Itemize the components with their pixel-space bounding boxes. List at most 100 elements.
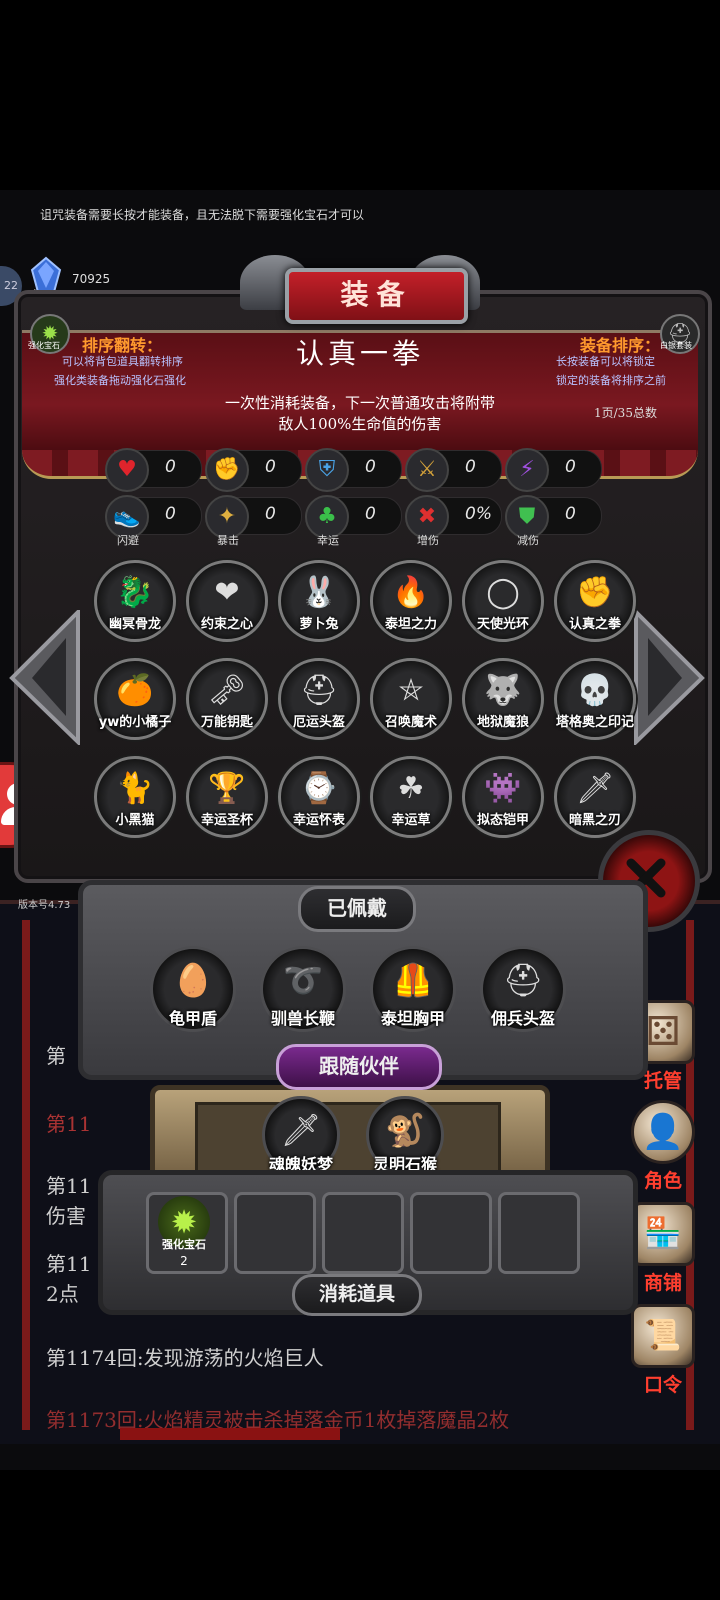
consumable-slot[interactable] xyxy=(234,1192,316,1274)
titan-chest-icon: 🦺 xyxy=(393,961,433,999)
stat-value: 0 xyxy=(565,457,576,477)
equip-sort-line1: 长按装备可以将锁定 xyxy=(556,355,655,368)
item-name: 拟态铠甲 xyxy=(476,813,529,828)
item-name: 幸运草 xyxy=(391,813,431,828)
companion-title: 跟随伙伴 xyxy=(276,1044,442,1090)
watch-icon: ⌚ xyxy=(300,771,338,806)
consumables-title: 消耗道具 xyxy=(292,1274,422,1316)
version-label: 版本号4.73 xyxy=(18,900,71,911)
stat-label: 闪避 xyxy=(117,534,139,547)
log-line: 第1174回:发现游荡的火焰巨人 xyxy=(46,1346,324,1370)
sort-flip-line2: 强化类装备拖动强化石强化 xyxy=(54,374,186,387)
lightning-icon: ⚡ xyxy=(505,448,549,492)
skull-icon: 💀 xyxy=(576,673,614,708)
inventory-item[interactable]: 🗡 暗黑之刃 xyxy=(554,756,636,838)
inventory-item[interactable]: 🐰 萝卜兔 xyxy=(278,560,360,642)
stat-value: 0 xyxy=(265,504,276,524)
mimic-armor-icon: 👾 xyxy=(484,771,522,806)
item-name: 幽冥骨龙 xyxy=(108,617,161,632)
side-button-character[interactable]: 👤 角色 xyxy=(628,1100,698,1193)
item-name: 幸运怀表 xyxy=(292,813,345,828)
stat-box: ♣ 0 幸运 xyxy=(305,495,402,547)
item-name: 认真一拳 xyxy=(295,337,424,370)
equipped-item[interactable]: ➰ 驯兽长鞭 xyxy=(260,946,346,1032)
equipped-item-name: 泰坦胸甲 xyxy=(380,1009,445,1028)
whip-icon: ➰ xyxy=(283,961,323,999)
companion-item[interactable]: 🐒 灵明石猴 xyxy=(366,1096,444,1174)
wolf-icon: 🐺 xyxy=(484,673,522,708)
clover-icon: ☘ xyxy=(397,771,425,806)
consumable-slot[interactable] xyxy=(410,1192,492,1274)
consumable-slot[interactable] xyxy=(498,1192,580,1274)
prev-page-button[interactable] xyxy=(6,607,86,749)
hp-bar xyxy=(120,1428,340,1440)
stat-label: 暴击 xyxy=(217,534,239,547)
companion-item[interactable]: 🗡 魂魄妖梦 xyxy=(262,1096,340,1174)
inventory-item[interactable]: ◯ 天使光环 xyxy=(462,560,544,642)
inventory-item[interactable]: 👾 拟态铠甲 xyxy=(462,756,544,838)
dragon-icon: 🐉 xyxy=(116,575,154,610)
inventory-item[interactable]: 💀 塔格奥之印记 xyxy=(554,658,636,740)
stat-box: ✊ 0 xyxy=(205,448,302,492)
inventory-item[interactable]: 🐉 幽冥骨龙 xyxy=(94,560,176,642)
character-icon: 👤 xyxy=(631,1100,695,1164)
stat-value: 0 xyxy=(365,504,376,524)
inventory-item[interactable]: ⛑ 厄运头盔 xyxy=(278,658,360,740)
stat-label: 幸运 xyxy=(317,534,339,547)
item-name: yw的小橘子 xyxy=(98,715,172,730)
item-name: 塔格奥之印记 xyxy=(555,715,634,730)
stat-value: 0 xyxy=(265,457,276,477)
inventory-item[interactable]: 🐺 地狱魔狼 xyxy=(462,658,544,740)
stat-value: 0 xyxy=(465,457,476,477)
inventory-item[interactable]: 🔥 泰坦之力 xyxy=(370,560,452,642)
item-name: 小黑猫 xyxy=(115,813,155,828)
pentagram-icon: ⛤ xyxy=(399,673,423,708)
stat-value: 0 xyxy=(165,504,176,524)
item-name: 召唤魔术 xyxy=(384,715,437,730)
inventory-item[interactable]: 🏆 幸运圣杯 xyxy=(186,756,268,838)
stat-label: 减伤 xyxy=(517,534,539,547)
hint-text: 诅咒装备需要长按才能装备，且无法脱下需要强化宝石才可以 xyxy=(40,208,365,222)
rabbit-icon: 🐰 xyxy=(300,575,338,610)
equipped-item[interactable]: 🥚 龟甲盾 xyxy=(150,946,236,1032)
stat-box: 👟 0 闪避 xyxy=(105,495,202,547)
monkey-icon: 🐒 xyxy=(385,1111,425,1149)
equipped-item[interactable]: 🦺 泰坦胸甲 xyxy=(370,946,456,1032)
side-button-shop[interactable]: 🏪 商铺 xyxy=(628,1202,698,1295)
side-button-password[interactable]: 📜 口令 xyxy=(628,1304,698,1397)
inventory-item[interactable]: 🗝 万能钥匙 xyxy=(186,658,268,740)
equipped-item-name: 佣兵头盔 xyxy=(490,1009,555,1028)
sort-flip-line1: 可以将背包道具翻转排序 xyxy=(62,355,183,368)
stat-box: ✦ 0 暴击 xyxy=(205,495,302,547)
inventory-item[interactable]: ⛤ 召唤魔术 xyxy=(370,658,452,740)
inventory-item[interactable]: ☘ 幸运草 xyxy=(370,756,452,838)
stat-value: 0% xyxy=(465,504,492,524)
log-border-left xyxy=(22,920,30,1430)
dark-blade-icon: 🗡 xyxy=(575,771,615,806)
consumable-count: 2 xyxy=(180,1254,188,1268)
strength-icon: ✊ xyxy=(205,448,249,492)
heart-icon: ♥ xyxy=(105,448,149,492)
equipped-item[interactable]: ⛑ 佣兵头盔 xyxy=(480,946,566,1032)
inventory-item[interactable]: 🐈 小黑猫 xyxy=(94,756,176,838)
helmet-icon: ⛑ xyxy=(299,673,339,708)
gem-count: 70925 xyxy=(72,272,111,286)
turtle-shield-icon: 🥚 xyxy=(173,961,213,999)
inventory-item[interactable]: ⌚ 幸运怀表 xyxy=(278,756,360,838)
inventory-item[interactable]: ✊ 认真之拳 xyxy=(554,560,636,642)
equip-sort-line2: 锁定的装备将排序之前 xyxy=(556,374,666,387)
halo-icon: ◯ xyxy=(486,575,520,610)
consumable-name: 强化宝石 xyxy=(162,1238,206,1251)
log-line: 第11 xyxy=(46,1174,92,1198)
equipped-item-name: 龟甲盾 xyxy=(168,1009,217,1028)
stat-box: ⛨ 0 xyxy=(305,448,402,492)
stat-box: ⚡ 0 xyxy=(505,448,602,492)
consumable-slot[interactable] xyxy=(322,1192,404,1274)
inventory-item[interactable]: ❤ 约束之心 xyxy=(186,560,268,642)
inventory-item[interactable]: 🍊 yw的小橘子 xyxy=(94,658,176,740)
log-line: 第 xyxy=(46,1044,66,1068)
log-line: 2点 xyxy=(46,1282,79,1306)
cat-icon: 🐈 xyxy=(116,771,154,806)
sword-icon: ⚔ xyxy=(405,448,449,492)
stat-value: 0 xyxy=(165,457,176,477)
